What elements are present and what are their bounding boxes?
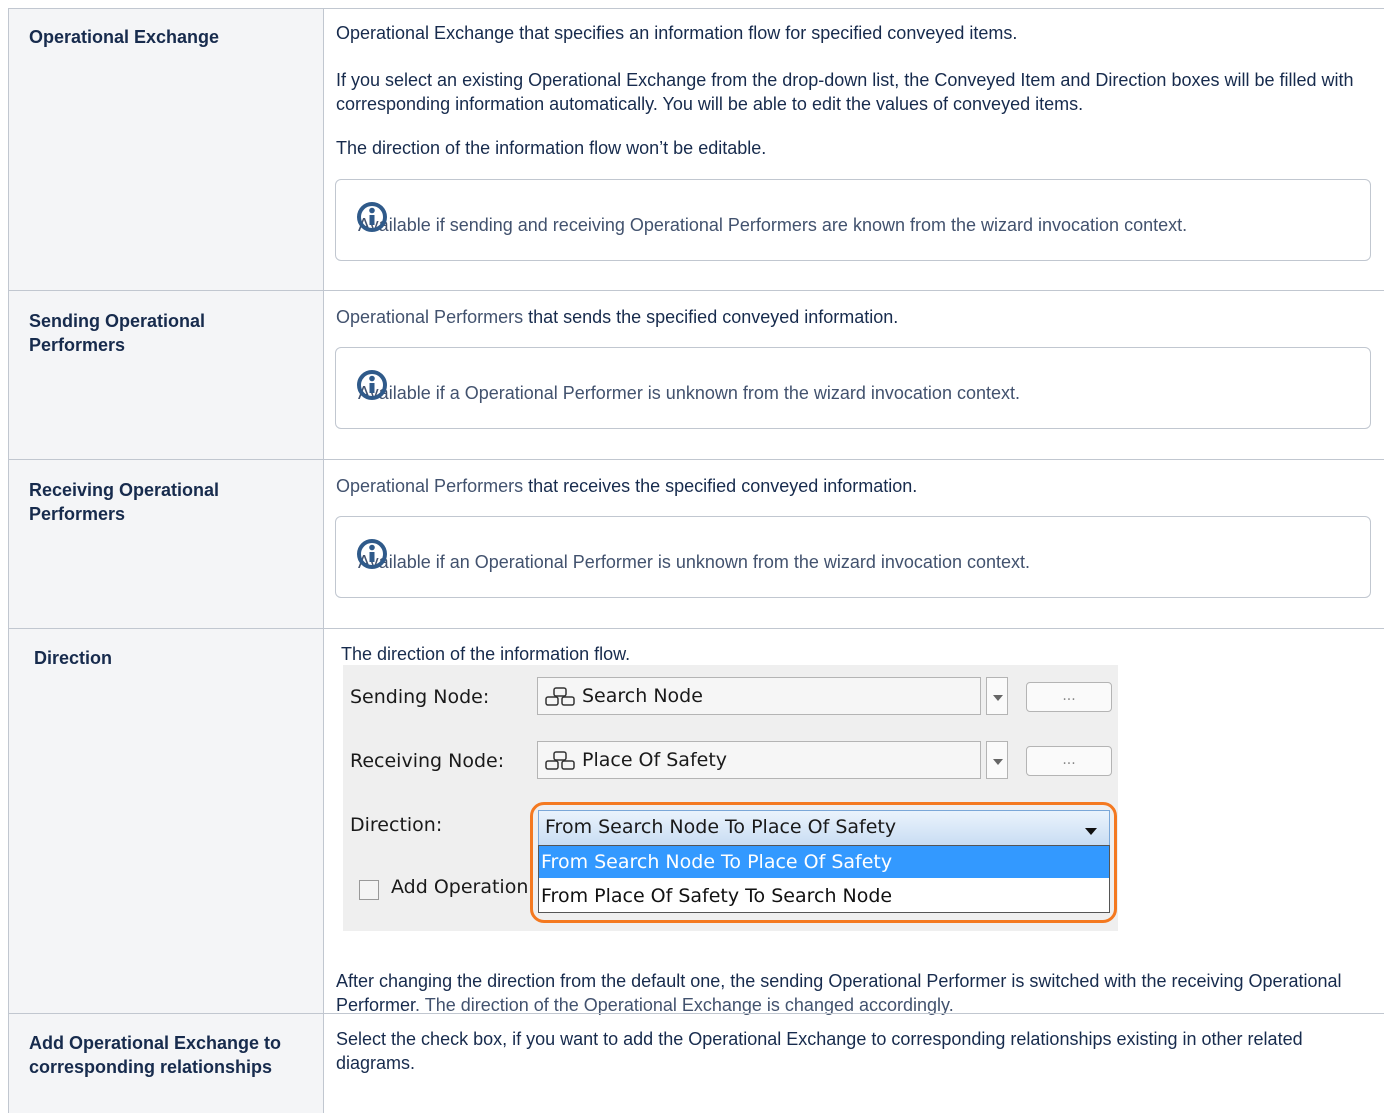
row-description-cell: Operational Performers that receives the…: [324, 460, 1384, 628]
receiving-node-field[interactable]: Place Of Safety: [537, 741, 981, 779]
performers-link[interactable]: Operational Performers: [336, 476, 523, 496]
row-header-cell: Direction: [8, 629, 324, 1013]
table-row: Receiving Operational Performers Operati…: [8, 459, 1384, 628]
sending-node-value: Search Node: [582, 685, 703, 707]
info-icon: [357, 539, 387, 569]
info-panel: Available if an Operational Performer is…: [335, 516, 1371, 598]
info-icon: [357, 202, 387, 232]
paragraph-text: that sends the specified conveyed inform…: [523, 307, 899, 327]
row-header-cell: Sending Operational Performers: [8, 291, 324, 459]
table-row: Direction The direction of the informati…: [8, 628, 1384, 1015]
row-description-cell: Select the check box, if you want to add…: [324, 1014, 1384, 1113]
row-header: Operational Exchange: [29, 27, 220, 47]
row-header: Receiving Operational Performers: [29, 480, 220, 524]
wizard-screenshot: Sending Node: Search Node ... Receiving …: [343, 665, 1118, 931]
row-header-cell: Receiving Operational Performers: [8, 460, 324, 628]
paragraph: The direction of the information flow.: [341, 644, 631, 664]
row-description-cell: Operational Exchange that specifies an i…: [324, 9, 1384, 290]
sending-node-dropdown-button[interactable]: [986, 677, 1008, 715]
row-header: Add Operational Exchange to correspondin…: [29, 1033, 282, 1077]
info-panel: Available if sending and receiving Opera…: [335, 179, 1371, 261]
paragraph: After changing the direction from the de…: [336, 969, 1364, 1017]
paragraph: Select the check box, if you want to add…: [336, 1029, 1303, 1073]
row-description-cell: The direction of the information flow. S…: [324, 629, 1384, 1015]
paragraph: Operational Performers that receives the…: [336, 474, 1364, 498]
row-description-cell: Operational Performers that sends the sp…: [324, 291, 1384, 459]
sending-node-label: Sending Node:: [350, 686, 490, 708]
parameters-table: Operational Exchange Operational Exchang…: [8, 8, 1384, 1113]
paragraph: Operational Performers that sends the sp…: [336, 305, 1364, 329]
paragraph-text: . The direction of the Operational Excha…: [415, 995, 954, 1015]
paragraph-text: that receives the specified conveyed inf…: [523, 476, 918, 496]
row-header: Direction: [34, 648, 113, 668]
paragraph: Operational Exchange that specifies an i…: [336, 23, 1018, 43]
table-row: Add Operational Exchange to correspondin…: [8, 1013, 1384, 1113]
info-text: Available if a Operational Performer is …: [358, 383, 1020, 403]
table-row: Operational Exchange Operational Exchang…: [8, 8, 1384, 290]
row-header: Sending Operational Performers: [29, 311, 206, 355]
add-exchange-checkbox-label: Add Operational Exchange: [391, 876, 528, 898]
sending-node-field[interactable]: Search Node: [537, 677, 981, 715]
receiving-node-dropdown-button[interactable]: [986, 741, 1008, 779]
highlight-outline: [530, 802, 1117, 923]
node-icon: [545, 751, 575, 770]
add-exchange-checkbox[interactable]: [359, 880, 379, 900]
info-icon: [357, 370, 387, 400]
node-icon: [545, 687, 575, 706]
receiving-node-label: Receiving Node:: [350, 750, 505, 772]
table-row: Sending Operational Performers Operation…: [8, 290, 1384, 459]
row-header-cell: Operational Exchange: [8, 9, 324, 290]
sending-node-browse-button[interactable]: ...: [1026, 682, 1112, 712]
direction-label: Direction:: [350, 814, 443, 836]
info-text: Available if sending and receiving Opera…: [358, 215, 1188, 235]
receiving-node-browse-button[interactable]: ...: [1026, 746, 1112, 776]
receiving-node-value: Place Of Safety: [582, 749, 728, 771]
performers-link[interactable]: Operational Performers: [336, 307, 523, 327]
paragraph: The direction of the information flow wo…: [336, 138, 767, 158]
paragraph: If you select an existing Operational Ex…: [336, 70, 1354, 114]
info-text: Available if an Operational Performer is…: [358, 552, 1031, 572]
info-panel: Available if a Operational Performer is …: [335, 347, 1371, 429]
row-header-cell: Add Operational Exchange to correspondin…: [8, 1014, 324, 1113]
